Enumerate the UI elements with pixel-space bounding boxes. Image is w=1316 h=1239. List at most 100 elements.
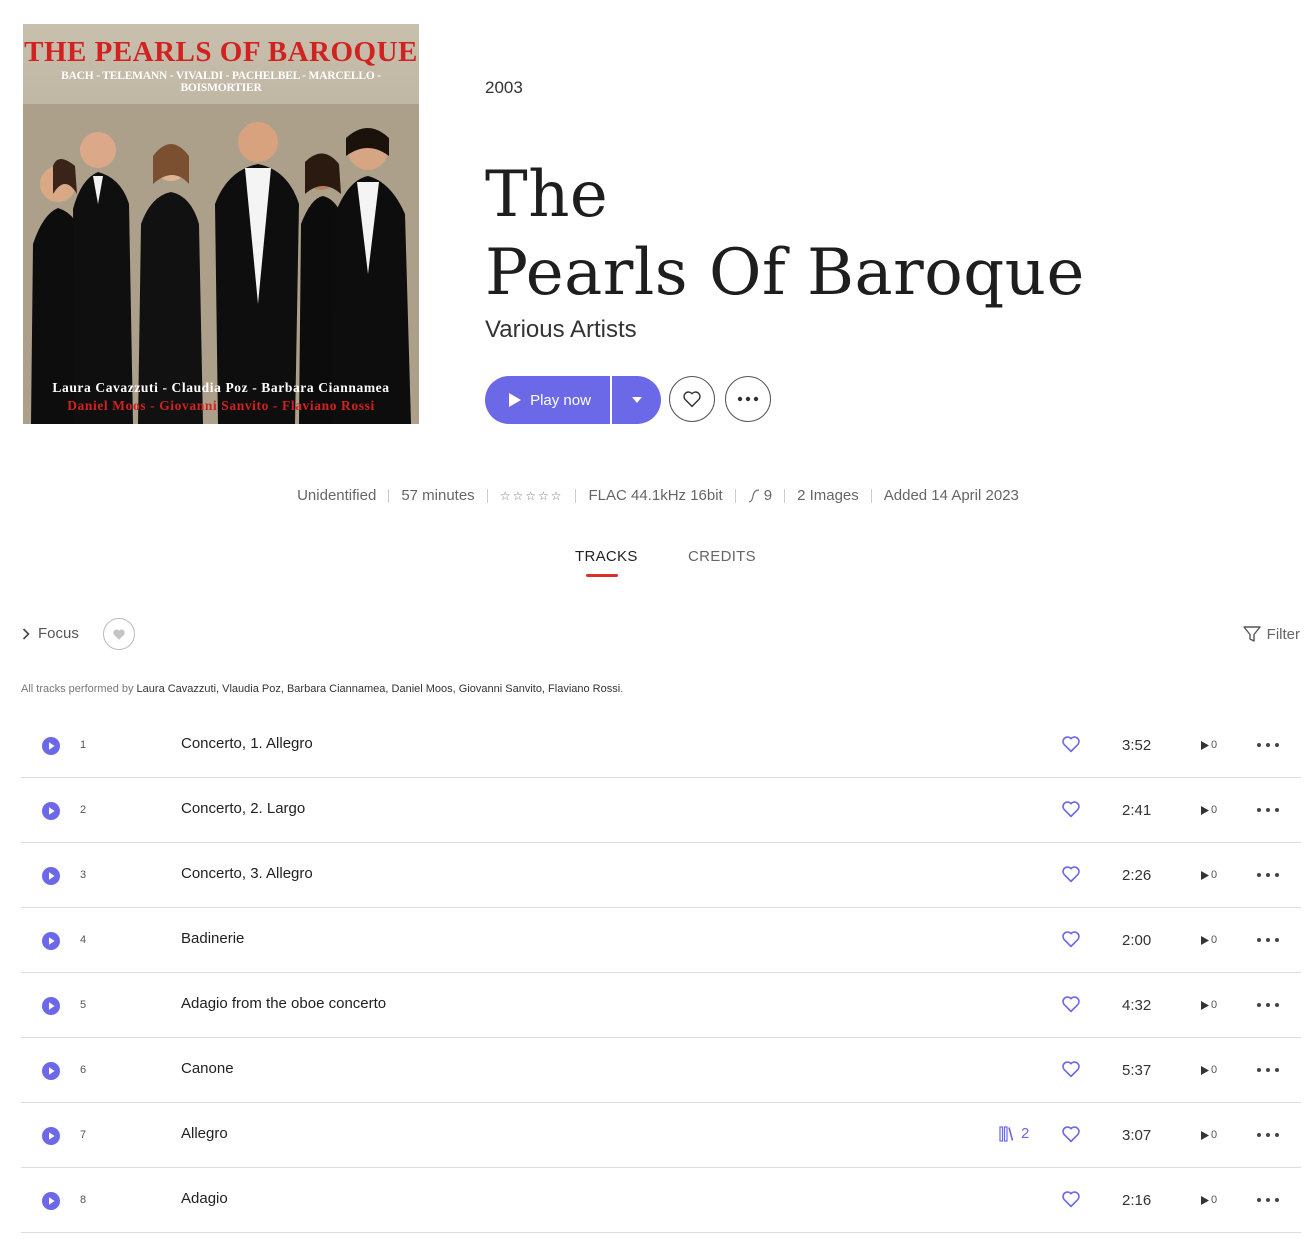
track-number: 2 xyxy=(80,804,87,816)
ellipsis-icon[interactable] xyxy=(1256,1192,1280,1208)
ellipsis-icon[interactable] xyxy=(1256,1062,1280,1078)
track-number: 6 xyxy=(80,1064,87,1076)
play-track-icon[interactable] xyxy=(42,867,60,885)
performed-by-prefix: All tracks performed by xyxy=(21,683,134,695)
play-track-icon[interactable] xyxy=(42,997,60,1015)
play-small-icon xyxy=(1201,1065,1209,1075)
track-duration: 2:26 xyxy=(1122,867,1152,884)
caret-down-icon xyxy=(631,397,642,403)
play-small-icon xyxy=(1201,1130,1209,1140)
play-count: 0 xyxy=(1201,1194,1217,1206)
track-row[interactable]: 4 Badinerie 2:00 0 xyxy=(21,908,1301,973)
divider xyxy=(486,488,488,503)
heart-outline-icon[interactable] xyxy=(1061,865,1081,883)
divider xyxy=(734,488,736,503)
track-row[interactable]: 5 Adagio from the oboe concerto 4:32 0 xyxy=(21,973,1301,1038)
rating-stars[interactable]: ☆☆☆☆☆ xyxy=(500,489,564,503)
identification-status[interactable]: Unidentified xyxy=(297,487,376,504)
album-title: The Pearls Of Baroque xyxy=(485,156,1085,312)
heart-outline-icon[interactable] xyxy=(1061,800,1081,818)
album-artist[interactable]: Various Artists xyxy=(485,316,637,344)
track-number: 3 xyxy=(80,869,87,881)
play-count: 0 xyxy=(1201,1064,1217,1076)
tab-tracks[interactable]: TRACKS xyxy=(575,548,638,565)
track-row[interactable]: 2 Concerto, 2. Largo 2:41 0 xyxy=(21,778,1301,843)
funnel-icon xyxy=(1242,626,1261,642)
heart-outline-icon[interactable] xyxy=(1061,995,1081,1013)
ellipsis-icon[interactable] xyxy=(1256,997,1280,1013)
track-list: 1 Concerto, 1. Allegro 3:52 0 2 Concerto, 2. … xyxy=(21,713,1301,1233)
favorite-album-button[interactable] xyxy=(669,376,715,422)
play-count-value: 0 xyxy=(1211,1194,1218,1206)
album-duration: 57 minutes xyxy=(401,487,475,504)
heart-outline-icon xyxy=(683,391,701,408)
play-small-icon xyxy=(1201,740,1209,750)
favorites-filter-button[interactable] xyxy=(103,618,135,650)
track-title[interactable]: Concerto, 2. Largo xyxy=(181,800,305,817)
track-row[interactable]: 8 Adagio 2:16 0 xyxy=(21,1168,1301,1233)
heart-outline-icon[interactable] xyxy=(1061,930,1081,948)
play-track-icon[interactable] xyxy=(42,802,60,820)
play-track-icon[interactable] xyxy=(42,932,60,950)
divider xyxy=(870,488,872,503)
play-track-icon[interactable] xyxy=(42,1192,60,1210)
active-tab-indicator xyxy=(586,574,618,577)
more-options-button[interactable] xyxy=(725,376,771,422)
track-number: 5 xyxy=(80,999,87,1011)
album-title-line1: The xyxy=(485,158,609,232)
track-title[interactable]: Adagio from the oboe concerto xyxy=(181,995,386,1012)
track-title[interactable]: Adagio xyxy=(181,1190,228,1207)
track-versions-button[interactable]: 2 xyxy=(999,1125,1029,1142)
play-count: 0 xyxy=(1201,804,1217,816)
ellipsis-icon xyxy=(737,396,759,402)
play-options-dropdown[interactable] xyxy=(612,376,661,424)
play-count: 0 xyxy=(1201,999,1217,1011)
ellipsis-icon[interactable] xyxy=(1256,932,1280,948)
play-small-icon xyxy=(1201,870,1209,880)
cover-performers-line1: Laura Cavazzuti - Claudia Poz - Barbara … xyxy=(52,380,390,395)
ellipsis-icon[interactable] xyxy=(1256,867,1280,883)
performer-names[interactable]: Laura Cavazzuti, Vlaudia Poz, Barbara Ci… xyxy=(137,683,621,695)
track-duration: 3:07 xyxy=(1122,1127,1152,1144)
track-title[interactable]: Concerto, 1. Allegro xyxy=(181,735,313,752)
play-icon xyxy=(509,393,522,407)
track-title[interactable]: Canone xyxy=(181,1060,234,1077)
library-icon xyxy=(999,1125,1014,1142)
play-track-icon[interactable] xyxy=(42,1062,60,1080)
filter-button[interactable]: Filter xyxy=(1242,625,1300,643)
track-title[interactable]: Allegro xyxy=(181,1125,228,1142)
album-cover[interactable]: THE PEARLS OF BAROQUE BACH - TELEMANN - … xyxy=(23,24,419,424)
divider xyxy=(388,488,390,503)
play-count: 0 xyxy=(1201,934,1217,946)
play-small-icon xyxy=(1201,1195,1209,1205)
track-row[interactable]: 7 Allegro 2 3:07 0 xyxy=(21,1103,1301,1168)
album-meta-row: Unidentified 57 minutes ☆☆☆☆☆ FLAC 44.1k… xyxy=(0,487,1316,504)
ellipsis-icon[interactable] xyxy=(1256,1127,1280,1143)
play-track-icon[interactable] xyxy=(42,1127,60,1145)
track-duration: 2:00 xyxy=(1122,932,1152,949)
focus-toggle[interactable]: Focus xyxy=(22,625,79,642)
track-title[interactable]: Concerto, 3. Allegro xyxy=(181,865,313,882)
track-title[interactable]: Badinerie xyxy=(181,930,244,947)
track-row[interactable]: 3 Concerto, 3. Allegro 2:26 0 xyxy=(21,843,1301,908)
images-count[interactable]: 2 Images xyxy=(797,487,859,504)
heart-outline-icon[interactable] xyxy=(1061,1125,1081,1143)
play-count: 0 xyxy=(1201,1129,1217,1141)
loudness-count: 9 xyxy=(748,487,772,504)
track-versions-count: 2 xyxy=(1021,1125,1030,1142)
cover-title: THE PEARLS OF BAROQUE xyxy=(24,36,418,68)
ellipsis-icon[interactable] xyxy=(1256,737,1280,753)
heart-outline-icon[interactable] xyxy=(1061,1060,1081,1078)
play-now-button[interactable]: Play now xyxy=(485,376,610,424)
tab-credits[interactable]: CREDITS xyxy=(688,548,756,565)
track-row[interactable]: 1 Concerto, 1. Allegro 3:52 0 xyxy=(21,713,1301,778)
track-duration: 3:52 xyxy=(1122,737,1152,754)
ellipsis-icon[interactable] xyxy=(1256,802,1280,818)
play-count-value: 0 xyxy=(1211,739,1218,751)
heart-outline-icon[interactable] xyxy=(1061,735,1081,753)
play-count: 0 xyxy=(1201,869,1217,881)
track-row[interactable]: 6 Canone 5:37 0 xyxy=(21,1038,1301,1103)
heart-outline-icon[interactable] xyxy=(1061,1190,1081,1208)
track-duration: 5:37 xyxy=(1122,1062,1152,1079)
play-track-icon[interactable] xyxy=(42,737,60,755)
